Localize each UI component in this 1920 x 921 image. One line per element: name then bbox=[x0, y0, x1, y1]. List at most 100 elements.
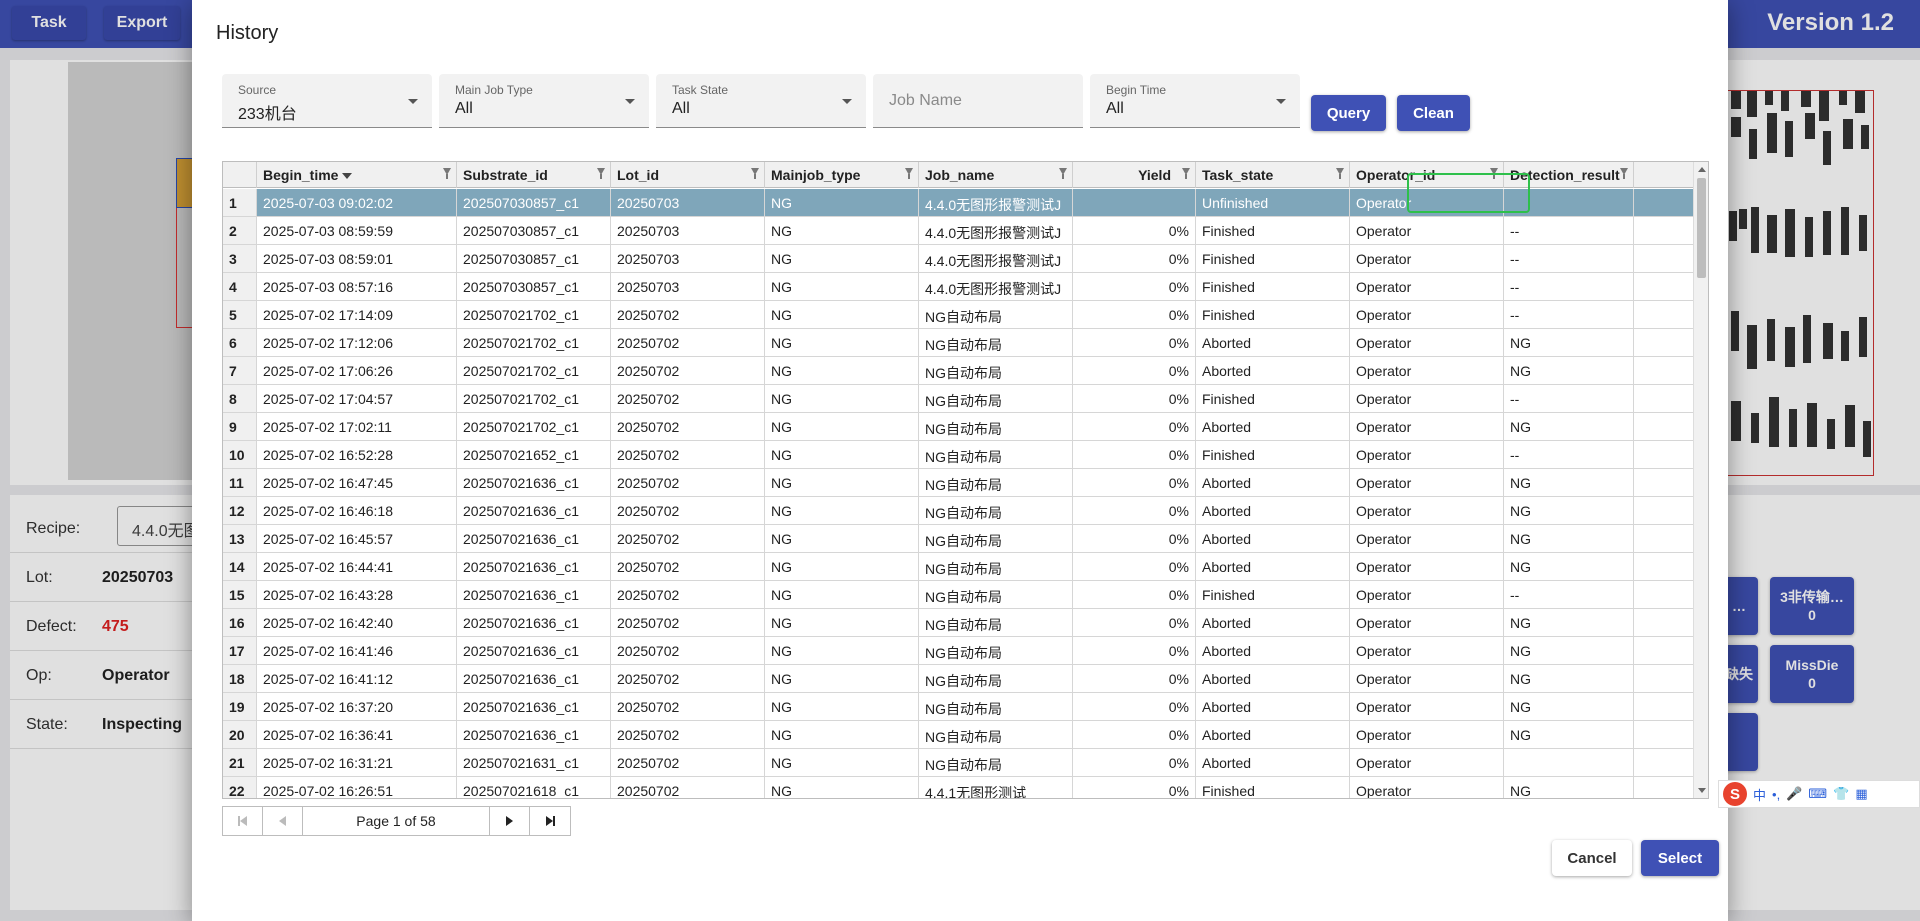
cell-detection-result: -- bbox=[1504, 217, 1634, 244]
table-row[interactable]: 12 2025-07-02 16:46:18 202507021636_c1 2025… bbox=[223, 497, 1694, 525]
table-row[interactable]: 2 2025-07-03 08:59:59 202507030857_c1 20250… bbox=[223, 217, 1694, 245]
scroll-thumb[interactable] bbox=[1697, 178, 1706, 278]
filter-icon[interactable] bbox=[1620, 168, 1628, 179]
table-row[interactable]: 11 2025-07-02 16:47:45 202507021636_c1 2025… bbox=[223, 469, 1694, 497]
prev-page-button[interactable] bbox=[263, 807, 303, 835]
filter-icon[interactable] bbox=[1336, 168, 1344, 179]
scroll-up-icon[interactable] bbox=[1698, 167, 1706, 172]
table-row[interactable]: 10 2025-07-02 16:52:28 202507021652_c1 2025… bbox=[223, 441, 1694, 469]
job-name-input[interactable] bbox=[889, 92, 1069, 110]
task-state-label: Task State bbox=[672, 83, 729, 97]
cell-lot-id: 20250702 bbox=[611, 777, 765, 798]
cell-job-name: NG自动布局 bbox=[919, 497, 1073, 524]
cell-operator-id: Operator bbox=[1350, 441, 1504, 468]
job-name-field[interactable] bbox=[873, 74, 1083, 128]
page-info: Page 1 of 58 bbox=[303, 807, 490, 835]
cell-mainjob-type: NG bbox=[765, 329, 919, 356]
column-header-yield[interactable]: Yield bbox=[1073, 162, 1196, 188]
cell-mainjob-type: NG bbox=[765, 609, 919, 636]
filter-icon[interactable] bbox=[905, 168, 913, 179]
cell-task-state: Aborted bbox=[1196, 637, 1350, 664]
skin-icon[interactable]: 👕 bbox=[1833, 786, 1849, 802]
cell-job-name: NG自动布局 bbox=[919, 693, 1073, 720]
table-row[interactable]: 15 2025-07-02 16:43:28 202507021636_c1 2025… bbox=[223, 581, 1694, 609]
vertical-scrollbar[interactable] bbox=[1693, 162, 1708, 798]
task-state-select[interactable]: Task State All bbox=[656, 74, 866, 128]
table-row[interactable]: 9 2025-07-02 17:02:11 202507021702_c1 20250… bbox=[223, 413, 1694, 441]
cell-detection-result: NG bbox=[1504, 357, 1634, 384]
source-select[interactable]: Source 233机台 bbox=[222, 74, 432, 128]
sort-desc-icon[interactable] bbox=[342, 173, 353, 180]
begin-time-select[interactable]: Begin Time All bbox=[1090, 74, 1300, 128]
filter-icon[interactable] bbox=[443, 168, 451, 179]
grid-icon[interactable]: ▦ bbox=[1855, 786, 1867, 802]
table-row[interactable]: 13 2025-07-02 16:45:57 202507021636_c1 2025… bbox=[223, 525, 1694, 553]
ime-punct-toggle[interactable]: •, bbox=[1772, 787, 1780, 802]
cell-operator-id: Operator bbox=[1350, 693, 1504, 720]
cell-row-num: 13 bbox=[223, 525, 257, 552]
cell-task-state: Finished bbox=[1196, 301, 1350, 328]
cell-detection-result bbox=[1504, 749, 1634, 776]
cell-lot-id: 20250702 bbox=[611, 469, 765, 496]
column-header-mainjob-type[interactable]: Mainjob_type bbox=[765, 162, 919, 188]
cell-detection-result: -- bbox=[1504, 441, 1634, 468]
filter-icon[interactable] bbox=[597, 168, 605, 179]
filter-icon[interactable] bbox=[1182, 168, 1190, 179]
query-button[interactable]: Query bbox=[1311, 95, 1386, 131]
table-row[interactable]: 3 2025-07-03 08:59:01 202507030857_c1 20250… bbox=[223, 245, 1694, 273]
cell-substrate-id: 202507021636_c1 bbox=[457, 497, 611, 524]
cell-lot-id: 20250703 bbox=[611, 217, 765, 244]
scroll-down-icon[interactable] bbox=[1698, 788, 1706, 793]
table-row[interactable]: 18 2025-07-02 16:41:12 202507021636_c1 2025… bbox=[223, 665, 1694, 693]
table-row[interactable]: 14 2025-07-02 16:44:41 202507021636_c1 2025… bbox=[223, 553, 1694, 581]
table-row[interactable]: 19 2025-07-02 16:37:20 202507021636_c1 2025… bbox=[223, 693, 1694, 721]
table-row[interactable]: 7 2025-07-02 17:06:26 202507021702_c1 20250… bbox=[223, 357, 1694, 385]
column-header-lot-id[interactable]: Lot_id bbox=[611, 162, 765, 188]
cell-row-num: 15 bbox=[223, 581, 257, 608]
cell-begin-time: 2025-07-03 08:57:16 bbox=[257, 273, 457, 300]
cell-detection-result: NG bbox=[1504, 693, 1634, 720]
cell-row-num: 1 bbox=[223, 189, 257, 216]
column-header-job-name[interactable]: Job_name bbox=[919, 162, 1073, 188]
column-header-substrate-id[interactable]: Substrate_id bbox=[457, 162, 611, 188]
select-button[interactable]: Select bbox=[1641, 840, 1719, 876]
cell-yield: 0% bbox=[1073, 245, 1196, 272]
table-row[interactable]: 8 2025-07-02 17:04:57 202507021702_c1 20250… bbox=[223, 385, 1694, 413]
cell-operator-id: Operator bbox=[1350, 637, 1504, 664]
last-page-button[interactable] bbox=[530, 807, 570, 835]
keyboard-icon[interactable]: ⌨ bbox=[1808, 786, 1827, 802]
filter-icon[interactable] bbox=[751, 168, 759, 179]
cell-row-num: 8 bbox=[223, 385, 257, 412]
cell-row-num: 19 bbox=[223, 693, 257, 720]
column-header-task-state[interactable]: Task_state bbox=[1196, 162, 1350, 188]
table-row[interactable]: 21 2025-07-02 16:31:21 202507021631_c1 2025… bbox=[223, 749, 1694, 777]
cell-begin-time: 2025-07-02 17:12:06 bbox=[257, 329, 457, 356]
table-row[interactable]: 6 2025-07-02 17:12:06 202507021702_c1 20250… bbox=[223, 329, 1694, 357]
table-row[interactable]: 16 2025-07-02 16:42:40 202507021636_c1 2025… bbox=[223, 609, 1694, 637]
cell-begin-time: 2025-07-02 16:45:57 bbox=[257, 525, 457, 552]
prev-page-icon bbox=[279, 816, 286, 826]
column-header-begin-time[interactable]: Begin_time bbox=[257, 162, 457, 188]
cancel-button[interactable]: Cancel bbox=[1552, 840, 1632, 876]
main-job-type-select[interactable]: Main Job Type All bbox=[439, 74, 649, 128]
table-row[interactable]: 22 2025-07-02 16:26:51 202507021618_c1 2025… bbox=[223, 777, 1694, 798]
ime-lang-toggle[interactable]: 中 bbox=[1753, 785, 1766, 804]
cell-begin-time: 2025-07-02 17:04:57 bbox=[257, 385, 457, 412]
cell-task-state: Aborted bbox=[1196, 469, 1350, 496]
microphone-icon[interactable]: 🎤 bbox=[1786, 786, 1802, 802]
cell-task-state: Aborted bbox=[1196, 357, 1350, 384]
clean-button[interactable]: Clean bbox=[1397, 95, 1470, 131]
table-row[interactable]: 17 2025-07-02 16:41:46 202507021636_c1 2025… bbox=[223, 637, 1694, 665]
table-row[interactable]: 5 2025-07-02 17:14:09 202507021702_c1 20250… bbox=[223, 301, 1694, 329]
filter-icon[interactable] bbox=[1059, 168, 1067, 179]
ime-logo-icon[interactable]: S bbox=[1723, 782, 1747, 806]
cell-row-num: 11 bbox=[223, 469, 257, 496]
next-page-button[interactable] bbox=[490, 807, 530, 835]
cell-begin-time: 2025-07-02 16:44:41 bbox=[257, 553, 457, 580]
cell-job-name: 4.4.0无图形报警测试J bbox=[919, 245, 1073, 272]
table-row[interactable]: 4 2025-07-03 08:57:16 202507030857_c1 20250… bbox=[223, 273, 1694, 301]
cell-operator-id: Operator bbox=[1350, 413, 1504, 440]
first-page-button[interactable] bbox=[223, 807, 263, 835]
cell-yield: 0% bbox=[1073, 469, 1196, 496]
table-row[interactable]: 20 2025-07-02 16:36:41 202507021636_c1 2025… bbox=[223, 721, 1694, 749]
